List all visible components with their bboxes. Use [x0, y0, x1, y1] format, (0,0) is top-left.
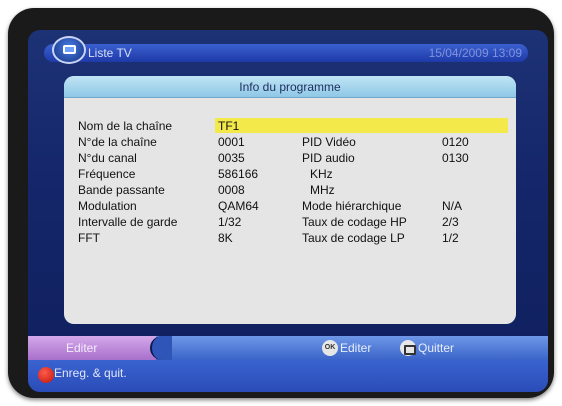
ok-icon: OK: [322, 340, 338, 356]
selection-highlight: [215, 118, 508, 133]
row-value: 8K: [218, 231, 233, 245]
row-label: N°de la chaîne: [78, 135, 157, 149]
exit-button[interactable]: Quitter: [418, 336, 454, 360]
row-label: Intervalle de garde: [78, 215, 178, 229]
info-row-canal: N°du canal 0035 PID audio 0130: [64, 150, 516, 166]
row-label-2: Mode hiérarchique: [302, 199, 402, 213]
panel-title: Info du programme: [64, 76, 516, 98]
info-row-guard-interval: Intervalle de garde 1/32 Taux de codage …: [64, 214, 516, 230]
row-label: FFT: [78, 231, 100, 245]
osd-screen: Liste TV 15/04/2009 13:09 Info du progra…: [28, 30, 548, 392]
header-datetime: 15/04/2009 13:09: [428, 46, 522, 60]
info-row-frequency: Fréquence 586166 KHz: [64, 166, 516, 182]
edit-tab[interactable]: Editer: [28, 336, 156, 360]
row-value: QAM64: [218, 199, 259, 213]
ok-edit-button[interactable]: Editer: [340, 336, 371, 360]
exit-icon: [400, 340, 416, 356]
row-unit: MHz: [310, 183, 335, 197]
red-button-icon: [38, 367, 54, 383]
row-label-2: PID audio: [302, 151, 355, 165]
row-label: N°du canal: [78, 151, 137, 165]
info-row-channel-name[interactable]: Nom de la chaîne TF1: [64, 118, 516, 134]
row-value: 586166: [218, 167, 259, 181]
row-value-2: 0130: [442, 151, 469, 165]
row-value-2: N/A: [442, 199, 463, 213]
tv-bezel: Liste TV 15/04/2009 13:09 Info du progra…: [8, 8, 554, 398]
tv-icon: [52, 36, 86, 64]
info-row-channel-number: N°de la chaîne 0001 PID Vidéo 0120: [64, 134, 516, 150]
info-row-fft: FFT 8K Taux de codage LP 1/2: [64, 230, 516, 246]
header-title: Liste TV: [88, 46, 132, 60]
row-label: Nom de la chaîne: [78, 119, 173, 133]
edit-tab-label: Editer: [66, 341, 98, 355]
row-unit: KHz: [310, 167, 333, 181]
save-and-quit-button[interactable]: Enreg. & quit.: [54, 363, 127, 383]
row-label-2: PID Vidéo: [302, 135, 356, 149]
tab-divider: [150, 336, 172, 360]
row-value: 0008: [218, 183, 245, 197]
info-row-modulation: Modulation QAM64 Mode hiérarchique N/A: [64, 198, 516, 214]
row-value-input[interactable]: TF1: [218, 118, 239, 134]
row-label: Bande passante: [78, 183, 165, 197]
row-value-2: 1/2: [442, 231, 459, 245]
row-value-2: 2/3: [442, 215, 459, 229]
row-label-2: Taux de codage HP: [302, 215, 407, 229]
row-label: Modulation: [78, 199, 137, 213]
row-value: 1/32: [218, 215, 242, 229]
info-row-bandwidth: Bande passante 0008 MHz: [64, 182, 516, 198]
row-value: 0035: [218, 151, 245, 165]
program-info-panel: Info du programme Nom de la chaîne TF1 N…: [64, 76, 516, 324]
row-value-2: 0120: [442, 135, 469, 149]
row-value: 0001: [218, 135, 245, 149]
row-label-2: Taux de codage LP: [302, 231, 405, 245]
row-label: Fréquence: [78, 167, 136, 181]
header-bar: Liste TV 15/04/2009 13:09: [44, 44, 528, 62]
